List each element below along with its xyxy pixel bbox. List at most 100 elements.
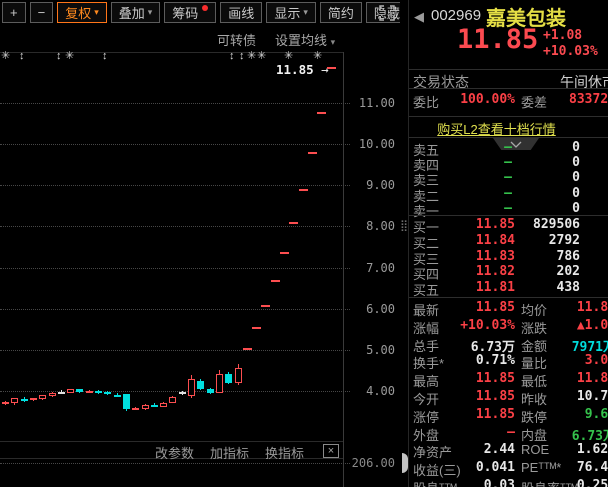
toolbar-button-display[interactable]: 显示▾ [266, 2, 316, 23]
toolbar-button-zoom-in[interactable]: + [2, 2, 26, 23]
separator [409, 215, 608, 216]
indicator-action-2[interactable]: 换指标 [265, 443, 304, 462]
volume-gridline [0, 463, 350, 464]
candle [197, 381, 204, 388]
sell-level-volume: 0 [572, 186, 580, 201]
price-gridline [0, 350, 350, 351]
latest-price-value: 11.85 [276, 62, 314, 77]
candle [95, 391, 102, 393]
pane-divider[interactable]: ⣿ [400, 0, 408, 487]
drag-handle-icon[interactable]: ⣿ [400, 222, 408, 231]
price-gridline [0, 309, 350, 310]
price-axis-label: 7.00 [335, 261, 395, 275]
stat-value: — [507, 425, 515, 440]
toolbar-button-adjust-price[interactable]: 复权▾ [57, 2, 107, 23]
toolbar-button-label: 显示 [274, 3, 300, 22]
latest-price-tag: 11.85 → [276, 62, 329, 77]
buy-level-volume: 786 [557, 249, 580, 264]
stat-value: 9.69 [585, 407, 608, 422]
stat-value: 10.77 [577, 389, 608, 404]
weicha-value: 833724 [569, 92, 608, 107]
sell-level-price: — [504, 201, 512, 216]
fullscreen-icon[interactable] [377, 3, 397, 23]
toolbar-button-label: 筹码 [172, 3, 198, 22]
stat-value: 11.85 [476, 300, 515, 315]
weibi-value: 100.00% [460, 92, 515, 107]
limit-up-candle [308, 152, 317, 154]
toolbar-button-simple-mode[interactable]: 简约 [320, 2, 362, 23]
separator [409, 297, 608, 298]
stat-value: ▲1.08 [577, 318, 608, 333]
limit-up-candle [271, 280, 280, 282]
stat-label: 换手* [413, 353, 444, 372]
sell-level-price: — [504, 140, 512, 155]
event-marker-updown-icon: ↕ [19, 51, 25, 62]
stat-value: 11.85 [476, 371, 515, 386]
event-marker-updown-icon: ↕ [56, 51, 62, 62]
convertible-bond-label: 可转债 [217, 33, 256, 48]
chevron-down-icon: ▾ [331, 37, 336, 47]
stat-value: 11.85 [476, 407, 515, 422]
stat-value: 0.03 [484, 478, 515, 487]
stat-label: 最低 [521, 371, 547, 390]
stat-label: 最高 [413, 371, 439, 390]
candle [169, 397, 176, 403]
price-axis-label: 10.00 [335, 137, 395, 151]
buy-l2-link[interactable]: 购买L2查看十档行情 [409, 119, 584, 138]
toolbar-button-label: 画线 [228, 3, 254, 22]
buy-level-price: 11.84 [476, 233, 515, 248]
divider-line [0, 441, 344, 442]
sell-level-volume: 0 [572, 155, 580, 170]
convertible-bond-link[interactable]: 可转债 [217, 30, 256, 49]
separator [409, 69, 608, 70]
toolbar-button-label: 简约 [328, 3, 354, 22]
limit-up-candle [261, 305, 270, 307]
separator [409, 88, 608, 89]
stat-label: 外盘 [413, 425, 439, 444]
indicator-action-1[interactable]: 加指标 [210, 443, 249, 462]
stat-value: 76.44 [577, 460, 608, 475]
stat-label: 涨跌 [521, 318, 547, 337]
price-axis-label: 5.00 [335, 343, 395, 357]
limit-up-candle [317, 112, 326, 114]
toolbar-button-chip-distribution[interactable]: 筹码 [164, 2, 216, 23]
toolbar-button-zoom-out[interactable]: − [30, 2, 54, 23]
candle [235, 368, 242, 383]
toolbar-button-draw-line[interactable]: 画线 [220, 2, 262, 23]
candle [39, 395, 46, 399]
kline-chart-pane: +−复权▾叠加▾筹码画线显示▾简约隐藏▶▶ 可转债 设置均线 ▾ 11.0010… [0, 0, 400, 487]
limit-up-candle [252, 327, 261, 329]
candle [86, 391, 93, 393]
set-ma-label: 设置均线 [275, 33, 327, 48]
weicha-label: 委差 [521, 92, 547, 111]
candle [160, 403, 167, 407]
toolbar-button-overlay[interactable]: 叠加▾ [111, 2, 161, 23]
stock-app-window: +−复权▾叠加▾筹码画线显示▾简约隐藏▶▶ 可转债 设置均线 ▾ 11.0010… [0, 0, 608, 487]
collapse-order-book-tab[interactable] [493, 138, 539, 150]
stat-label: 最新 [413, 300, 439, 319]
stat-label: 金额 [521, 336, 547, 355]
indicator-action-0[interactable]: 改参数 [155, 443, 194, 462]
price-gridline [0, 144, 350, 145]
stat-label: 今开 [413, 389, 439, 408]
chevron-down-icon: ▾ [303, 8, 308, 17]
stat-value: 1.62% [577, 442, 608, 457]
stat-label: 净资产 [413, 442, 452, 461]
candle [58, 392, 65, 394]
stat-label: 昨收 [521, 389, 547, 408]
candle [216, 374, 223, 393]
stat-label: 均价 [521, 300, 547, 319]
toolbar-button-label: + [10, 5, 18, 20]
stat-value: 6.73万 [572, 425, 608, 444]
candle [188, 379, 195, 395]
back-icon[interactable]: ◀ [414, 9, 424, 25]
chevron-down-icon: ▾ [94, 8, 99, 17]
limit-up-candle [243, 348, 252, 350]
price-gridline [0, 103, 350, 104]
set-ma-dropdown[interactable]: 设置均线 ▾ [275, 30, 335, 49]
candle [21, 399, 28, 401]
stat-label: 跌停 [521, 407, 547, 426]
stat-value: 11.85 [476, 389, 515, 404]
candle [30, 398, 37, 400]
toolbar-button-label: − [38, 5, 46, 20]
